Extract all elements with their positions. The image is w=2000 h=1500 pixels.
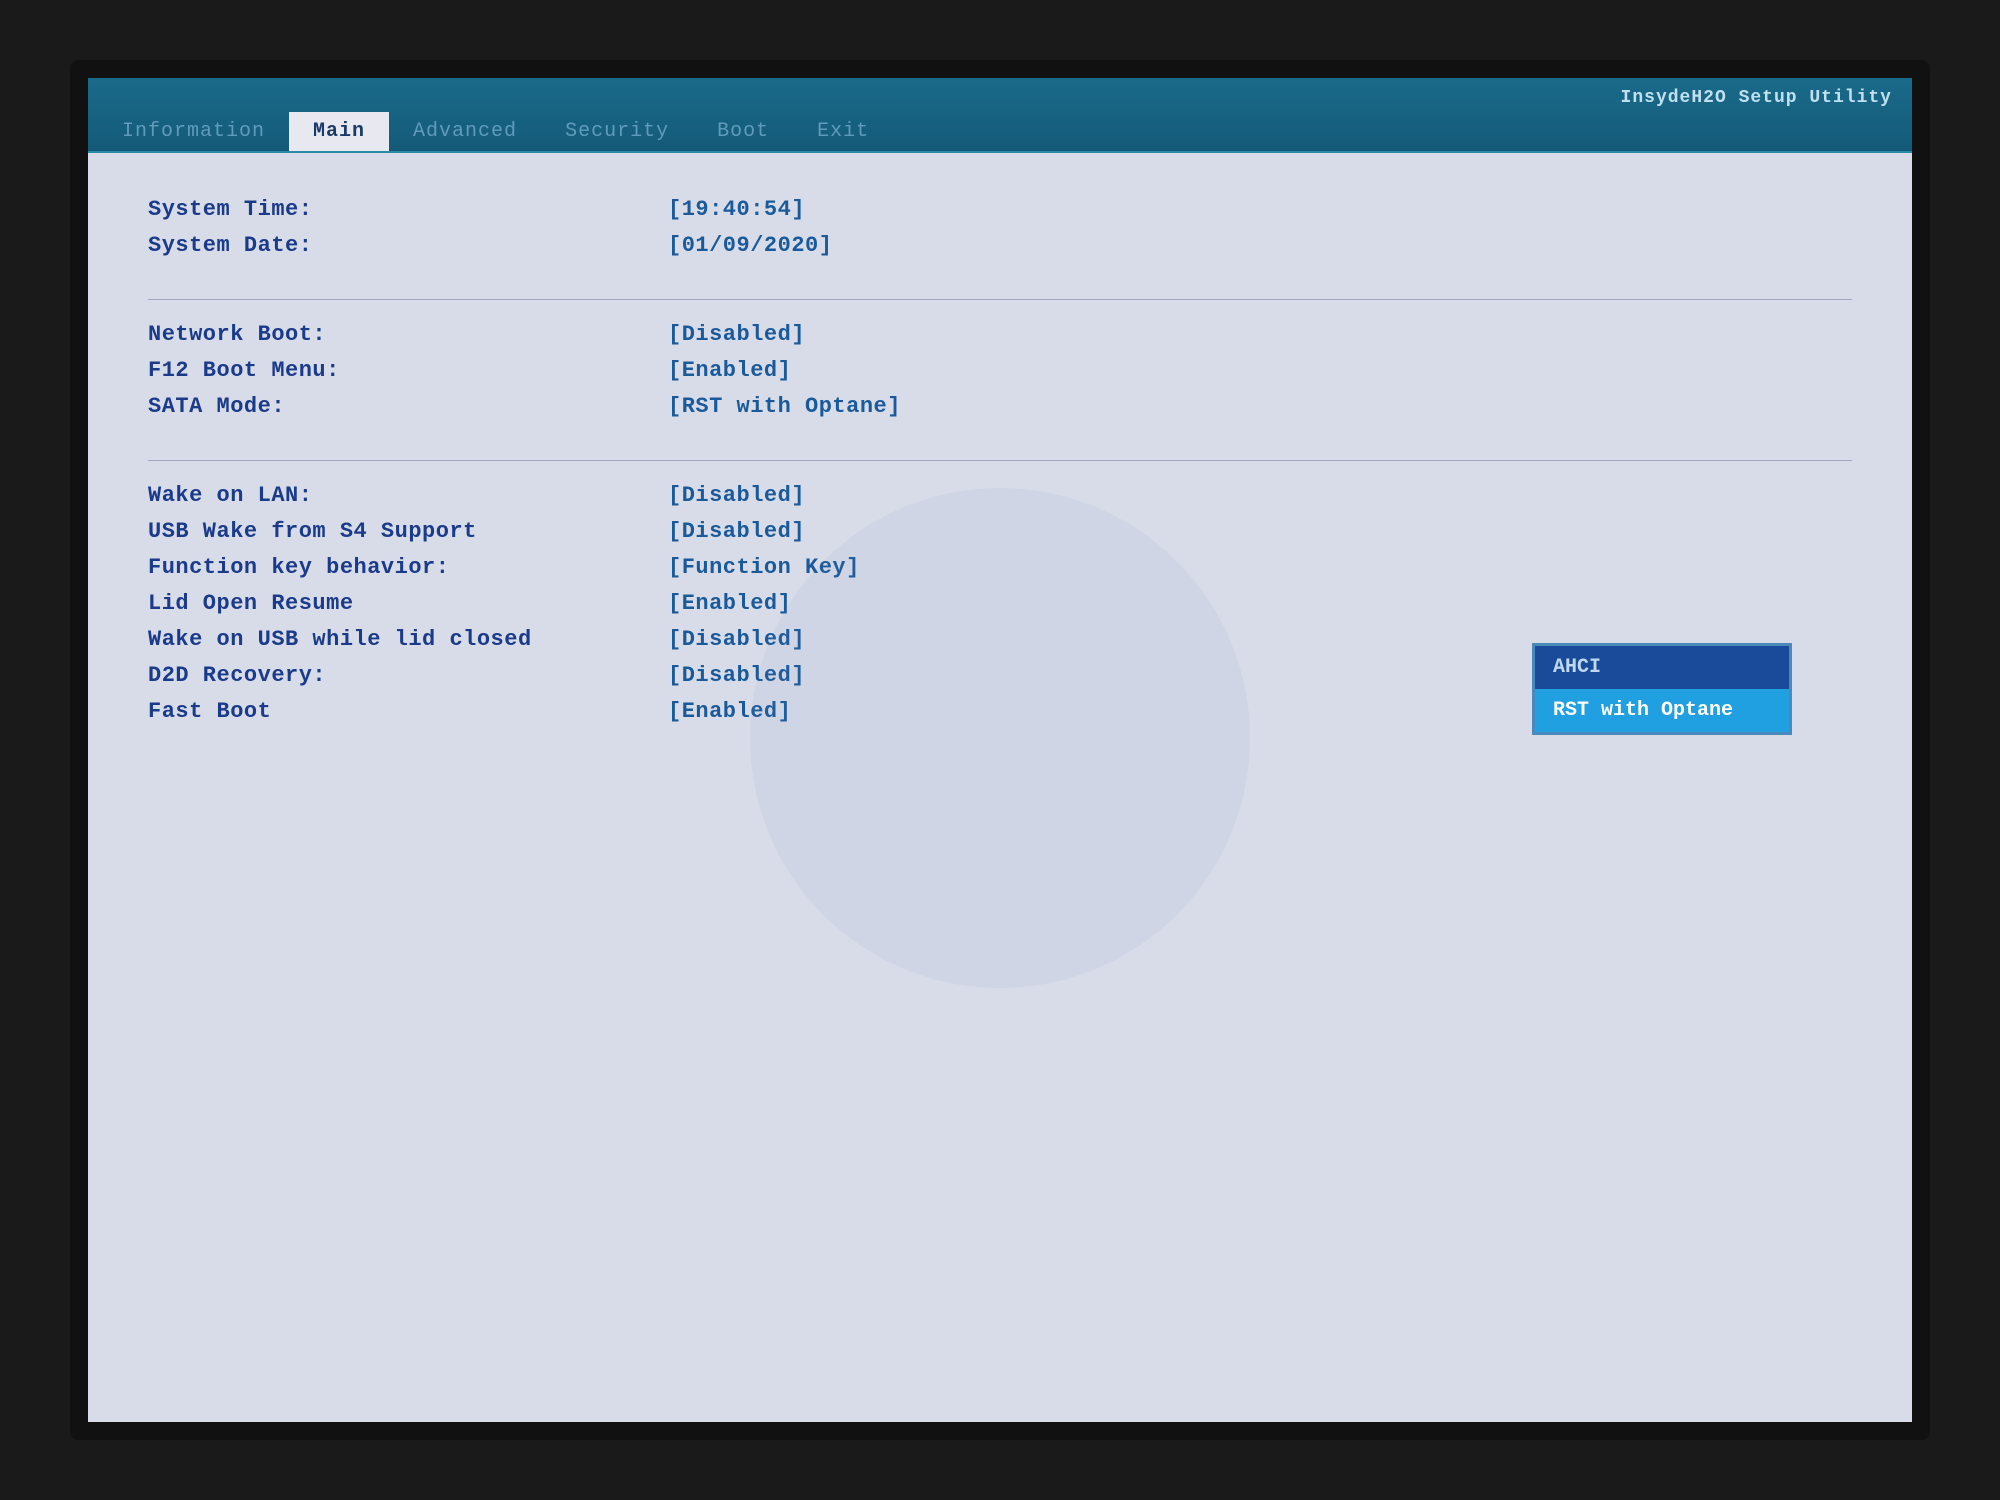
label-wake-usb-lid: Wake on USB while lid closed [148,627,668,652]
settings-group-boot: Network Boot: [Disabled] F12 Boot Menu: … [148,318,1852,426]
value-system-date[interactable]: [01/09/2020] [668,233,832,258]
value-function-key-behavior[interactable]: [Function Key] [668,555,860,580]
table-row: SATA Mode: [RST with Optane] [148,390,1852,426]
value-network-boot[interactable]: [Disabled] [668,322,805,347]
value-lid-open-resume[interactable]: [Enabled] [668,591,791,616]
nav-item-information[interactable]: Information [98,112,289,151]
bios-navigation: Information Main Advanced Security Boot … [88,112,1912,151]
value-fast-boot[interactable]: [Enabled] [668,699,791,724]
bios-header: InsydeH2O Setup Utility Information Main… [88,78,1912,153]
label-fast-boot: Fast Boot [148,699,668,724]
value-wake-usb-lid[interactable]: [Disabled] [668,627,805,652]
value-f12-boot-menu[interactable]: [Enabled] [668,358,791,383]
bios-title: InsydeH2O Setup Utility [88,84,1912,112]
label-usb-wake-s4: USB Wake from S4 Support [148,519,668,544]
nav-item-advanced[interactable]: Advanced [389,112,541,151]
dropdown-option-rst[interactable]: RST with Optane [1535,689,1789,732]
label-wake-on-lan: Wake on LAN: [148,483,668,508]
table-row: Function key behavior: [Function Key] [148,551,1852,587]
label-function-key-behavior: Function key behavior: [148,555,668,580]
table-row: System Time: [19:40:54] [148,193,1852,229]
label-system-time: System Time: [148,197,668,222]
bios-content: System Time: [19:40:54] System Date: [01… [88,153,1912,1422]
divider-1 [148,299,1852,300]
value-wake-on-lan[interactable]: [Disabled] [668,483,805,508]
nav-item-exit[interactable]: Exit [793,112,893,151]
dropdown-option-ahci[interactable]: AHCI [1535,646,1789,689]
label-f12-boot-menu: F12 Boot Menu: [148,358,668,383]
divider-2 [148,460,1852,461]
settings-group-datetime: System Time: [19:40:54] System Date: [01… [148,193,1852,265]
screen-bezel: InsydeH2O Setup Utility Information Main… [70,60,1930,1440]
label-system-date: System Date: [148,233,668,258]
table-row: System Date: [01/09/2020] [148,229,1852,265]
value-d2d-recovery[interactable]: [Disabled] [668,663,805,688]
label-sata-mode: SATA Mode: [148,394,668,419]
value-usb-wake-s4[interactable]: [Disabled] [668,519,805,544]
nav-item-main[interactable]: Main [289,112,389,151]
table-row: F12 Boot Menu: [Enabled] [148,354,1852,390]
table-row: Network Boot: [Disabled] [148,318,1852,354]
label-d2d-recovery: D2D Recovery: [148,663,668,688]
nav-item-security[interactable]: Security [541,112,693,151]
label-lid-open-resume: Lid Open Resume [148,591,668,616]
nav-item-boot[interactable]: Boot [693,112,793,151]
table-row: USB Wake from S4 Support [Disabled] [148,515,1852,551]
table-row: Lid Open Resume [Enabled] [148,587,1852,623]
sata-mode-dropdown[interactable]: AHCI RST with Optane [1532,643,1792,735]
label-network-boot: Network Boot: [148,322,668,347]
value-system-time[interactable]: [19:40:54] [668,197,805,222]
table-row: Wake on LAN: [Disabled] [148,479,1852,515]
value-sata-mode[interactable]: [RST with Optane] [668,394,901,419]
